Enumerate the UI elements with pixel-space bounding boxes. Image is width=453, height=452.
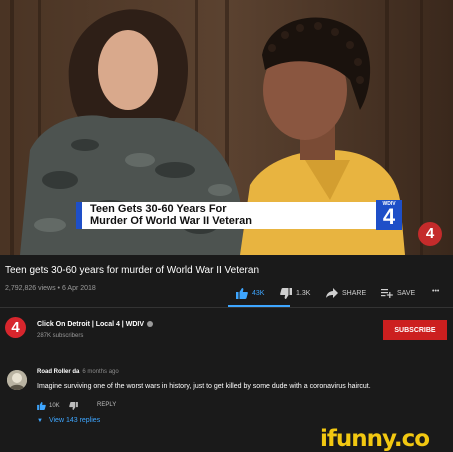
channel-name-text: Click On Detroit | Local 4 | WDIV: [37, 321, 144, 328]
commenter-avatar[interactable]: [7, 370, 27, 390]
video-title: Teen gets 30-60 years for murder of Worl…: [5, 265, 260, 276]
corner-logo-text: 4: [425, 225, 435, 242]
more-actions-button[interactable]: •••: [432, 288, 439, 295]
like-button[interactable]: 43K: [236, 288, 264, 299]
lower-third-banner: Teen Gets 30-60 Years For Murder Of Worl…: [76, 202, 376, 229]
thumbs-down-icon: [280, 288, 292, 299]
thumbs-down-icon: [69, 402, 78, 410]
comment-like-count: 10K: [49, 403, 60, 409]
comment-header: Road Roller da 6 months ago: [37, 369, 119, 375]
add-to-playlist-icon: [381, 289, 393, 298]
video-meta: 2,792,826 views • 6 Apr 2018: [5, 285, 96, 292]
share-arrow-icon: [326, 288, 338, 298]
comment-author[interactable]: Road Roller da: [37, 369, 79, 375]
thumbs-up-icon: [37, 402, 46, 410]
save-button[interactable]: SAVE: [381, 288, 415, 298]
upload-date: 6 Apr 2018: [61, 285, 96, 292]
station-logo: WDIV 4: [376, 200, 402, 230]
share-label: SHARE: [342, 289, 367, 297]
channel-name[interactable]: Click On Detroit | Local 4 | WDIV: [37, 321, 153, 328]
channel-watermark-icon: 4: [418, 222, 442, 246]
headline-line-2: Murder Of World War II Veteran: [90, 215, 252, 227]
ifunny-watermark: ifunny.co: [320, 426, 430, 452]
more-dots-icon: •••: [432, 288, 440, 295]
thumbs-up-icon: [236, 288, 248, 299]
verified-check-icon: [147, 321, 153, 328]
comment-like-button[interactable]: 10K: [37, 402, 60, 410]
section-divider: [0, 307, 453, 308]
comment-dislike-button[interactable]: [69, 402, 78, 410]
dislike-button[interactable]: 1.3K: [280, 288, 310, 299]
channel-avatar[interactable]: 4: [5, 317, 26, 338]
save-label: SAVE: [397, 289, 416, 297]
view-count: 2,792,826 views: [5, 285, 56, 292]
subscriber-count: 287K subscribers: [37, 333, 84, 339]
chevron-down-icon: ▼: [37, 418, 43, 424]
view-replies-link[interactable]: ▼ View 143 replies: [37, 417, 100, 424]
channel-logo-text: 4: [11, 319, 20, 336]
comment-text: Imagine surviving one of the worst wars …: [37, 383, 371, 390]
headline-line-1: Teen Gets 30-60 Years For: [90, 203, 227, 215]
dislike-count: 1.3K: [296, 290, 311, 297]
subscribe-button[interactable]: SUBSCRIBE: [383, 320, 447, 340]
like-count: 43K: [252, 290, 265, 297]
station-number: 4: [382, 204, 396, 229]
meta-separator: •: [57, 285, 60, 292]
user-avatar-icon: [7, 370, 27, 390]
view-replies-label: View 143 replies: [48, 417, 101, 424]
comment-time: 6 months ago: [82, 369, 119, 375]
comment-reply-button[interactable]: REPLY: [97, 402, 116, 408]
share-button[interactable]: SHARE: [326, 288, 366, 298]
video-player[interactable]: Teen Gets 30-60 Years For Murder Of Worl…: [0, 0, 453, 255]
